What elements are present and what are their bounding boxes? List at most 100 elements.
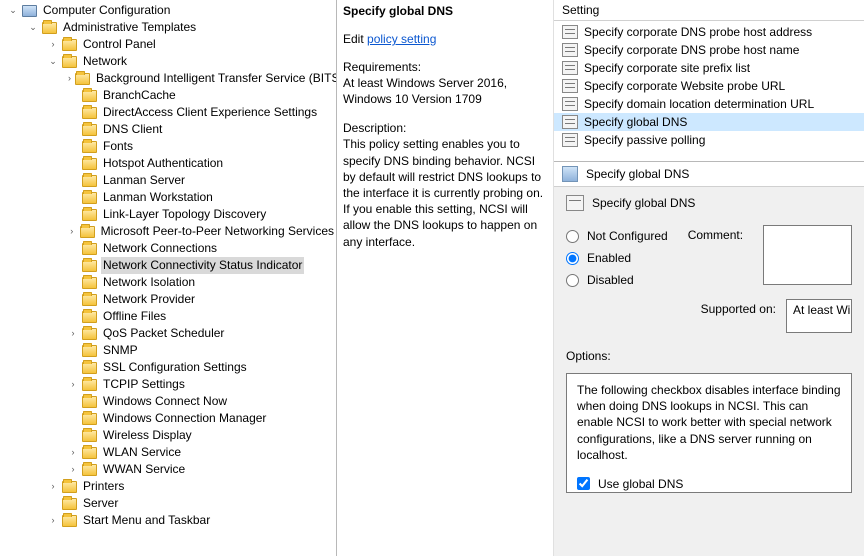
tree-node[interactable]: › Microsoft Peer-to-Peer Networking Servi…: [66, 223, 336, 240]
setting-item[interactable]: Specify passive polling: [554, 131, 864, 149]
comment-label: Comment:: [688, 228, 743, 242]
tree-node[interactable]: ›WLAN Service: [66, 444, 336, 461]
tree-node-computer-configuration[interactable]: ⌄ Computer Configuration: [6, 2, 336, 19]
setting-label: Specify corporate DNS probe host name: [584, 43, 799, 57]
tree-node[interactable]: ›Network Isolation: [66, 274, 336, 291]
tree-node[interactable]: ›Lanman Server: [66, 172, 336, 189]
description-body: This policy setting enables you to speci…: [343, 136, 547, 249]
setting-item[interactable]: Specify domain location determination UR…: [554, 95, 864, 113]
tree-node[interactable]: ›Background Intelligent Transfer Service…: [66, 70, 336, 87]
folder-icon: [82, 277, 97, 289]
use-global-dns-checkbox[interactable]: Use global DNS: [577, 473, 841, 493]
tree-node[interactable]: ›Lanman Workstation: [66, 189, 336, 206]
folder-icon: [62, 481, 77, 493]
tree-label: Link-Layer Topology Discovery: [101, 206, 268, 223]
tree-node[interactable]: ›Fonts: [66, 138, 336, 155]
setting-item[interactable]: Specify global DNS: [554, 113, 864, 131]
tree-node[interactable]: ›BranchCache: [66, 87, 336, 104]
policy-setting-link[interactable]: policy setting: [367, 32, 436, 46]
tree-node[interactable]: ›Windows Connect Now: [66, 393, 336, 410]
radio-disabled-input[interactable]: [566, 274, 579, 287]
tree-node-start-menu[interactable]: › Start Menu and Taskbar: [46, 512, 336, 529]
tree-label: Microsoft Peer-to-Peer Networking Servic…: [99, 223, 336, 240]
tree-label: Control Panel: [81, 36, 158, 53]
tree-node[interactable]: ›Network Connectivity Status Indicator: [66, 257, 336, 274]
tree-node[interactable]: ›DirectAccess Client Experience Settings: [66, 104, 336, 121]
tree-label: Network Provider: [101, 291, 197, 308]
radio-enabled[interactable]: Enabled: [566, 247, 668, 269]
tree-label: Windows Connection Manager: [101, 410, 268, 427]
folder-icon: [82, 430, 97, 442]
policy-icon: [562, 133, 578, 147]
tree-label: QoS Packet Scheduler: [101, 325, 226, 342]
tree-node[interactable]: ›SNMP: [66, 342, 336, 359]
folder-icon: [82, 141, 97, 153]
computer-icon: [22, 5, 37, 17]
collapse-icon[interactable]: ⌄: [48, 57, 58, 67]
expand-icon[interactable]: ›: [48, 482, 58, 492]
tree-node[interactable]: › QoS Packet Scheduler: [66, 325, 336, 342]
radio-not-configured-input[interactable]: [566, 230, 579, 243]
settings-list[interactable]: Specify corporate DNS probe host address…: [554, 21, 864, 151]
tree-node-admin-templates[interactable]: ⌄ Administrative Templates: [26, 19, 336, 36]
radio-not-configured[interactable]: Not Configured: [566, 225, 668, 247]
tree-node-server[interactable]: › Server: [46, 495, 336, 512]
navigation-tree-pane: ⌄ Computer Configuration ⌄ Administrativ…: [0, 0, 337, 556]
options-description: The following checkbox disables interfac…: [577, 382, 841, 463]
dialog-body: Not Configured Enabled Disabled Comment:: [554, 219, 864, 556]
dialog-titlebar[interactable]: Specify global DNS: [554, 162, 864, 187]
tree-node[interactable]: ›Offline Files: [66, 308, 336, 325]
folder-icon: [80, 226, 95, 238]
radio-disabled[interactable]: Disabled: [566, 269, 668, 291]
edit-prefix: Edit: [343, 32, 367, 46]
folder-icon: [82, 192, 97, 204]
supported-on-row: Supported on: At least Windows Server 20…: [566, 299, 852, 333]
setting-label: Specify global DNS: [584, 115, 687, 129]
tree-node[interactable]: ›TCPIP Settings: [66, 376, 336, 393]
tree-label: SNMP: [101, 342, 140, 359]
collapse-icon[interactable]: ⌄: [28, 23, 38, 33]
setting-item[interactable]: Specify corporate DNS probe host address: [554, 23, 864, 41]
tree-node[interactable]: ›SSL Configuration Settings: [66, 359, 336, 376]
tree-label: Fonts: [101, 138, 135, 155]
setting-item[interactable]: Specify corporate Website probe URL: [554, 77, 864, 95]
folder-icon: [75, 73, 90, 85]
options-box: The following checkbox disables interfac…: [566, 373, 852, 493]
requirements-heading: Requirements:: [343, 60, 547, 74]
settings-column-header[interactable]: Setting: [554, 0, 864, 21]
use-global-dns-checkbox-input[interactable]: [577, 477, 590, 490]
tree-node-printers[interactable]: › Printers: [46, 478, 336, 495]
tree-node[interactable]: ›Network Connections: [66, 240, 336, 257]
folder-icon: [82, 243, 97, 255]
expand-icon[interactable]: ›: [68, 74, 71, 84]
tree-node[interactable]: ›DNS Client: [66, 121, 336, 138]
tree-node[interactable]: ›Wireless Display: [66, 427, 336, 444]
tree-node[interactable]: ›Windows Connection Manager: [66, 410, 336, 427]
tree-node[interactable]: ›Network Provider: [66, 291, 336, 308]
setting-item[interactable]: Specify corporate site prefix list: [554, 59, 864, 77]
tree-node-control-panel[interactable]: › Control Panel: [46, 36, 336, 53]
tree-node-network[interactable]: ⌄ Network: [46, 53, 336, 70]
policy-icon: [562, 25, 578, 39]
tree-node[interactable]: ›Hotspot Authentication: [66, 155, 336, 172]
expand-icon[interactable]: ›: [68, 227, 76, 237]
tree-node[interactable]: ›WWAN Service: [66, 461, 336, 478]
expand-icon[interactable]: ›: [48, 516, 58, 526]
folder-icon: [62, 498, 77, 510]
expand-icon[interactable]: ›: [68, 448, 78, 458]
setting-item[interactable]: Specify corporate DNS probe host name: [554, 41, 864, 59]
expand-icon[interactable]: ›: [68, 465, 78, 475]
comment-textbox[interactable]: [763, 225, 852, 285]
tree-label: Hotspot Authentication: [101, 155, 225, 172]
collapse-icon[interactable]: ⌄: [8, 6, 18, 16]
radio-enabled-input[interactable]: [566, 252, 579, 265]
state-radio-group: Not Configured Enabled Disabled: [566, 225, 668, 291]
tree-label: Lanman Workstation: [101, 189, 215, 206]
policy-dialog: Specify global DNS Specify global DNS No…: [554, 161, 864, 556]
expand-icon[interactable]: ›: [68, 329, 78, 339]
setting-label: Specify corporate Website probe URL: [584, 79, 785, 93]
tree-node[interactable]: ›Link-Layer Topology Discovery: [66, 206, 336, 223]
navigation-tree[interactable]: ⌄ Computer Configuration ⌄ Administrativ…: [0, 2, 336, 529]
expand-icon[interactable]: ›: [68, 380, 78, 390]
expand-icon[interactable]: ›: [48, 40, 58, 50]
